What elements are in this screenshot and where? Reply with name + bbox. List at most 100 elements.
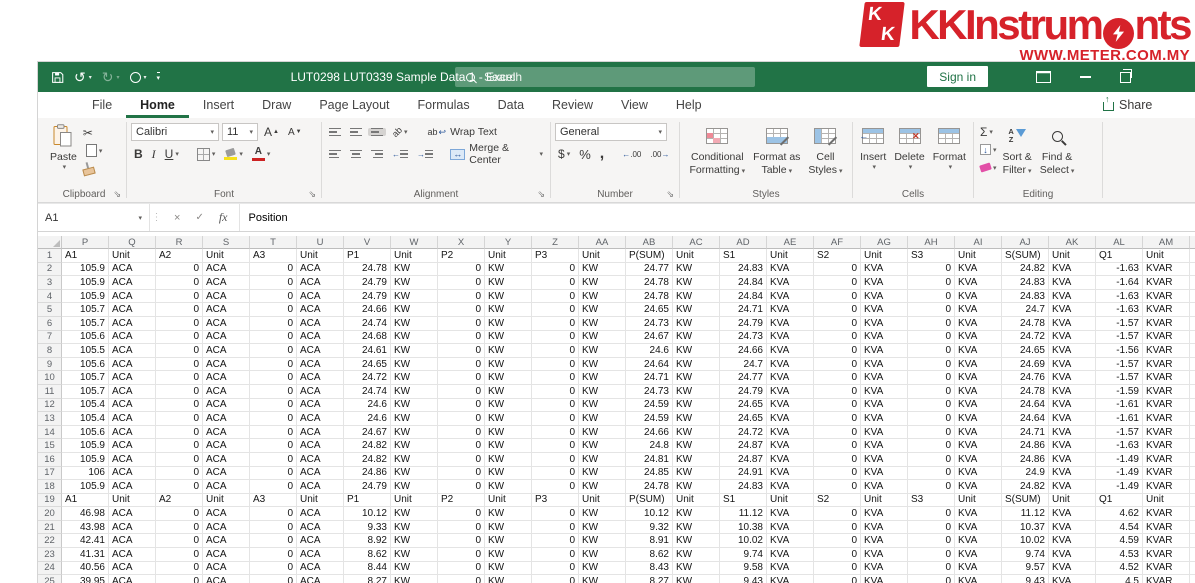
cell[interactable]: 0 bbox=[908, 507, 955, 521]
merge-center-button[interactable]: ↔Merge & Center▾ bbox=[447, 142, 546, 166]
cell[interactable]: ACA bbox=[297, 575, 344, 583]
cell[interactable]: KW bbox=[673, 467, 720, 481]
cell[interactable]: KVAR bbox=[1143, 317, 1190, 331]
cell[interactable]: ACA bbox=[109, 399, 156, 413]
cell[interactable]: 24.83 bbox=[1002, 276, 1049, 290]
copy-button[interactable]: ▾ bbox=[81, 142, 105, 159]
cell[interactable]: 24.73 bbox=[626, 385, 673, 399]
cell[interactable]: 10.37 bbox=[1002, 521, 1049, 535]
cell[interactable]: 0 bbox=[156, 371, 203, 385]
cell[interactable]: 8.62 bbox=[344, 548, 391, 562]
cell[interactable]: Unit bbox=[391, 249, 438, 263]
cell[interactable]: A3 bbox=[250, 249, 297, 263]
cell[interactable]: 0 bbox=[438, 453, 485, 467]
cell[interactable]: ACA bbox=[109, 439, 156, 453]
cell[interactable]: A3 bbox=[250, 494, 297, 508]
cell[interactable]: 4.52 bbox=[1096, 562, 1143, 576]
cell[interactable]: 24.76 bbox=[1002, 371, 1049, 385]
cell[interactable]: 24.65 bbox=[720, 399, 767, 413]
cell[interactable]: KVA bbox=[1049, 426, 1096, 440]
cell[interactable]: KW bbox=[673, 371, 720, 385]
cell[interactable]: -1.57 bbox=[1096, 331, 1143, 345]
cell[interactable]: KVA bbox=[955, 439, 1002, 453]
cell[interactable]: 24.78 bbox=[1002, 385, 1049, 399]
cell[interactable]: 105.7 bbox=[62, 303, 109, 317]
row-header-24[interactable]: 24 bbox=[38, 562, 62, 576]
sort-filter-button[interactable]: AZ Sort & Filter▾ bbox=[999, 122, 1036, 177]
cell[interactable]: 105.9 bbox=[62, 276, 109, 290]
cell[interactable]: KVA bbox=[861, 562, 908, 576]
cell[interactable] bbox=[1190, 290, 1195, 304]
cell[interactable]: 0 bbox=[250, 534, 297, 548]
cell[interactable] bbox=[1190, 507, 1195, 521]
cell[interactable]: 105.4 bbox=[62, 399, 109, 413]
cell[interactable]: 24.69 bbox=[1002, 358, 1049, 372]
column-header-AH[interactable]: AH bbox=[908, 236, 955, 249]
cell[interactable]: 24.78 bbox=[1002, 317, 1049, 331]
delete-cells-button[interactable]: ✕ Delete ▾ bbox=[890, 122, 928, 173]
cell[interactable]: A1 bbox=[62, 249, 109, 263]
cell[interactable]: KVA bbox=[1049, 439, 1096, 453]
cell[interactable]: KVA bbox=[1049, 562, 1096, 576]
dialog-launcher-icon[interactable]: ⇘ bbox=[537, 190, 545, 199]
cell[interactable]: 39.95 bbox=[62, 575, 109, 583]
cell[interactable]: 0 bbox=[438, 548, 485, 562]
cell[interactable]: 0 bbox=[532, 399, 579, 413]
orientation-button[interactable]: ab▾ bbox=[389, 127, 411, 137]
column-header-AB[interactable]: AB bbox=[626, 236, 673, 249]
column-header-V[interactable]: V bbox=[344, 236, 391, 249]
cell[interactable]: KW bbox=[579, 534, 626, 548]
cell[interactable]: KVA bbox=[955, 507, 1002, 521]
cell[interactable]: 0 bbox=[438, 303, 485, 317]
cell[interactable]: KVAR bbox=[1143, 371, 1190, 385]
cell[interactable]: 24.71 bbox=[720, 303, 767, 317]
cell[interactable]: KW bbox=[485, 507, 532, 521]
touch-mouse-mode-button[interactable]: ▾ bbox=[130, 72, 147, 83]
cell[interactable]: ACA bbox=[203, 344, 250, 358]
cell[interactable]: 24.79 bbox=[720, 317, 767, 331]
cell[interactable]: KVA bbox=[861, 412, 908, 426]
cell[interactable]: KW bbox=[673, 453, 720, 467]
cell[interactable]: 0 bbox=[908, 331, 955, 345]
cell[interactable]: 0 bbox=[814, 412, 861, 426]
cell[interactable]: KVAR bbox=[1143, 521, 1190, 535]
cell[interactable]: KW bbox=[485, 276, 532, 290]
tab-file[interactable]: File bbox=[78, 92, 126, 118]
column-header-AK[interactable]: AK bbox=[1049, 236, 1096, 249]
sign-in-button[interactable]: Sign in bbox=[927, 66, 988, 87]
cell[interactable]: ACA bbox=[203, 453, 250, 467]
middle-align-button[interactable] bbox=[347, 128, 365, 137]
cell[interactable]: KW bbox=[673, 331, 720, 345]
cell[interactable]: 0 bbox=[532, 371, 579, 385]
cell[interactable] bbox=[1190, 534, 1195, 548]
cell[interactable]: KVA bbox=[767, 276, 814, 290]
cell[interactable]: KW bbox=[485, 344, 532, 358]
cell[interactable]: KVA bbox=[861, 439, 908, 453]
cell[interactable]: KVA bbox=[955, 480, 1002, 494]
cell[interactable]: KVA bbox=[1049, 534, 1096, 548]
cell[interactable]: 0 bbox=[814, 317, 861, 331]
cell[interactable]: 0 bbox=[908, 303, 955, 317]
cell[interactable]: ACA bbox=[109, 426, 156, 440]
cell[interactable]: KW bbox=[391, 344, 438, 358]
cell[interactable]: KW bbox=[391, 399, 438, 413]
cell[interactable]: 24.86 bbox=[1002, 439, 1049, 453]
cell[interactable] bbox=[1190, 358, 1195, 372]
row-header-20[interactable]: 20 bbox=[38, 507, 62, 521]
cell[interactable]: 0 bbox=[250, 575, 297, 583]
cell[interactable]: 0 bbox=[250, 358, 297, 372]
cell[interactable]: KVA bbox=[767, 426, 814, 440]
cell[interactable]: KVA bbox=[1049, 399, 1096, 413]
cell[interactable]: ACA bbox=[297, 290, 344, 304]
cell[interactable]: 0 bbox=[250, 480, 297, 494]
cell[interactable]: 24.86 bbox=[344, 467, 391, 481]
cell[interactable]: KW bbox=[579, 344, 626, 358]
cell[interactable]: ACA bbox=[203, 575, 250, 583]
cell[interactable]: KW bbox=[579, 562, 626, 576]
cell[interactable]: KVA bbox=[1049, 358, 1096, 372]
font-color-button[interactable]: A▾ bbox=[249, 147, 274, 161]
cell[interactable]: Unit bbox=[109, 249, 156, 263]
row-header-11[interactable]: 11 bbox=[38, 385, 62, 399]
cell[interactable]: KW bbox=[391, 467, 438, 481]
save-button[interactable] bbox=[51, 71, 64, 84]
